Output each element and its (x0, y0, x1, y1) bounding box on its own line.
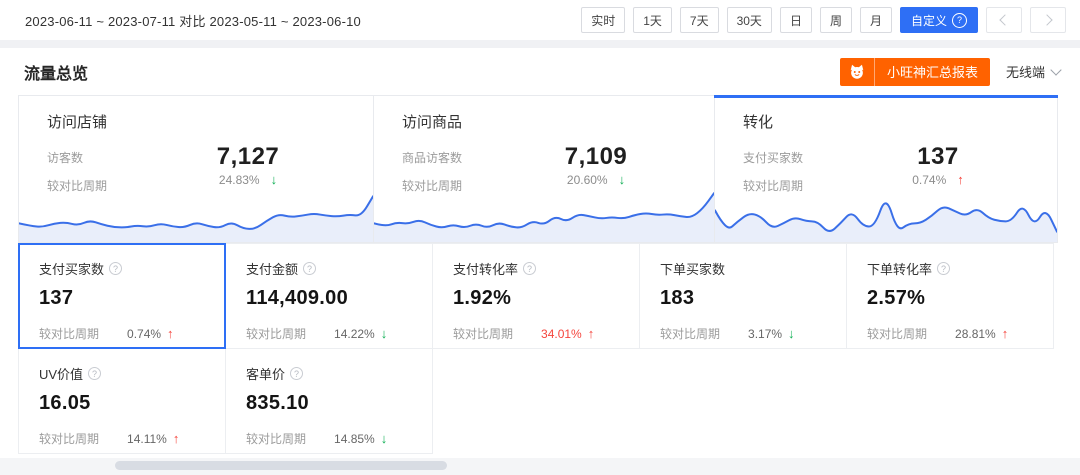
next-period-button[interactable] (1030, 7, 1066, 33)
date-toolbar: 2023-06-11 ~ 2023-07-11 对比 2023-05-11 ~ … (0, 0, 1080, 40)
help-icon[interactable]: ? (523, 262, 536, 275)
page-title: 流量总览 (24, 60, 88, 84)
trend-up-icon: ↑ (1002, 328, 1009, 340)
summary-report-button[interactable]: 小旺神汇总报表 (840, 58, 990, 86)
device-dropdown[interactable]: 无线端 (1006, 62, 1060, 81)
metric-value: 183 (660, 287, 826, 310)
sparkline-chart (374, 184, 714, 242)
change-value: 0.74% (127, 327, 161, 341)
range-30day-button[interactable]: 30天 (727, 7, 772, 33)
chart-tab-visit-shop[interactable]: 访问店铺 访客数 较对比周期 7,127 24.83% ↓ (19, 96, 373, 242)
metric-row: 支付买家数 ? 137 较对比周期 0.74% ↑ 支付金额 ? 114,409… (18, 244, 1058, 349)
metric-card-order-conversion-rate[interactable]: 下单转化率 ? 2.57% 较对比周期 28.81% ↑ (846, 243, 1054, 349)
metric-label: 支付金额 (246, 259, 298, 278)
device-dropdown-value: 无线端 (1006, 62, 1045, 81)
range-button-group: 实时 1天 7天 30天 日 周 月 自定义 ? (581, 7, 1066, 33)
metric-cards-grid: 支付买家数 ? 137 较对比周期 0.74% ↑ 支付金额 ? 114,409… (18, 244, 1058, 454)
chart-tabs-row: 访问店铺 访客数 较对比周期 7,127 24.83% ↓ 访问商品 (18, 95, 1058, 243)
metric-label: 下单买家数 (660, 259, 725, 278)
metric-card-pay-buyers[interactable]: 支付买家数 ? 137 较对比周期 0.74% ↑ (18, 243, 226, 349)
panel-header-actions: 小旺神汇总报表 无线端 (840, 58, 1060, 86)
compare-label: 较对比周期 (453, 325, 513, 342)
metric-card-pay-conversion-rate[interactable]: 支付转化率 ? 1.92% 较对比周期 34.01% ↑ (432, 243, 640, 349)
metric-value: 2.57% (867, 287, 1033, 310)
trend-up-icon: ↑ (173, 433, 180, 445)
range-realtime-button[interactable]: 实时 (581, 7, 625, 33)
metric-label: UV价值 (39, 364, 83, 383)
metric-card-order-buyers[interactable]: 下单买家数 ? 183 较对比周期 3.17% ↓ (639, 243, 847, 349)
range-day-button[interactable]: 日 (780, 7, 812, 33)
metric-card-uv-value[interactable]: UV价值 ? 16.05 较对比周期 14.11% ↑ (18, 348, 226, 454)
summary-report-label: 小旺神汇总报表 (875, 62, 990, 81)
change-value: 3.17% (748, 327, 782, 341)
panel-header: 流量总览 小旺神汇总报表 无线端 (0, 48, 1080, 95)
metric-row: UV价值 ? 16.05 较对比周期 14.11% ↑ 客单价 ? 835.10… (18, 349, 1058, 454)
compare-label: 较对比周期 (867, 325, 927, 342)
change-value: 28.81% (955, 327, 996, 341)
range-1day-button[interactable]: 1天 (633, 7, 672, 33)
trend-down-icon: ↓ (381, 328, 388, 340)
chart-metric-value: 137 (917, 144, 959, 170)
metric-label: 下单转化率 (867, 259, 932, 278)
chart-metric-label: 访客数 (47, 149, 151, 166)
metric-value: 16.05 (39, 392, 205, 415)
sparkline-chart (715, 184, 1057, 242)
chart-tab-conversion[interactable]: 转化 支付买家数 较对比周期 137 0.74% ↑ (714, 96, 1057, 242)
range-custom-button[interactable]: 自定义 ? (900, 7, 978, 33)
metric-value: 137 (39, 287, 205, 310)
compare-label: 较对比周期 (246, 430, 306, 447)
trend-down-icon: ↓ (788, 328, 795, 340)
range-custom-label: 自定义 (911, 12, 947, 29)
metric-card-pay-amount[interactable]: 支付金额 ? 114,409.00 较对比周期 14.22% ↓ (225, 243, 433, 349)
help-icon[interactable]: ? (937, 262, 950, 275)
metric-label: 客单价 (246, 364, 285, 383)
chevron-down-icon (1050, 64, 1061, 75)
chevron-left-icon (999, 14, 1010, 25)
range-7day-button[interactable]: 7天 (680, 7, 719, 33)
prev-period-button[interactable] (986, 7, 1022, 33)
chart-metric-value: 7,109 (565, 144, 628, 170)
horizontal-scrollbar-thumb[interactable] (115, 461, 447, 470)
metric-value: 114,409.00 (246, 287, 412, 310)
metric-card-avg-order-value[interactable]: 客单价 ? 835.10 较对比周期 14.85% ↓ (225, 348, 433, 454)
chart-tab-title: 访问商品 (402, 111, 686, 132)
trend-down-icon: ↓ (381, 433, 388, 445)
range-month-button[interactable]: 月 (860, 7, 892, 33)
sparkline-chart (19, 184, 373, 242)
chart-metric-value: 7,127 (217, 144, 280, 170)
chart-tab-title: 访问店铺 (47, 111, 345, 132)
change-value: 14.11% (127, 432, 167, 446)
compare-label: 较对比周期 (660, 325, 720, 342)
metric-value: 1.92% (453, 287, 619, 310)
chart-tab-visit-item[interactable]: 访问商品 商品访客数 较对比周期 7,109 20.60% ↓ (373, 96, 714, 242)
trend-up-icon: ↑ (588, 328, 595, 340)
change-value: 14.22% (334, 327, 375, 341)
metric-label: 支付转化率 (453, 259, 518, 278)
help-icon[interactable]: ? (88, 367, 101, 380)
help-icon[interactable]: ? (290, 367, 303, 380)
horizontal-scrollbar-track[interactable] (0, 458, 1080, 475)
chart-metric-label: 支付买家数 (743, 149, 847, 166)
change-value: 14.85% (334, 432, 375, 446)
chart-tab-title: 转化 (743, 111, 1029, 132)
compare-label: 较对比周期 (246, 325, 306, 342)
metric-label: 支付买家数 (39, 259, 104, 278)
range-week-button[interactable]: 周 (820, 7, 852, 33)
compare-label: 较对比周期 (39, 325, 99, 342)
trend-up-icon: ↑ (167, 328, 174, 340)
help-icon[interactable]: ? (303, 262, 316, 275)
chevron-right-icon (1041, 14, 1052, 25)
wangshen-mascot-icon (840, 58, 875, 86)
help-icon[interactable]: ? (109, 262, 122, 275)
metric-value: 835.10 (246, 392, 412, 415)
change-value: 34.01% (541, 327, 582, 341)
chart-metric-label: 商品访客数 (402, 149, 506, 166)
help-icon: ? (952, 13, 967, 28)
compare-label: 较对比周期 (39, 430, 99, 447)
traffic-overview-panel: 流量总览 小旺神汇总报表 无线端 (0, 48, 1080, 458)
date-range-display[interactable]: 2023-06-11 ~ 2023-07-11 对比 2023-05-11 ~ … (25, 11, 361, 30)
